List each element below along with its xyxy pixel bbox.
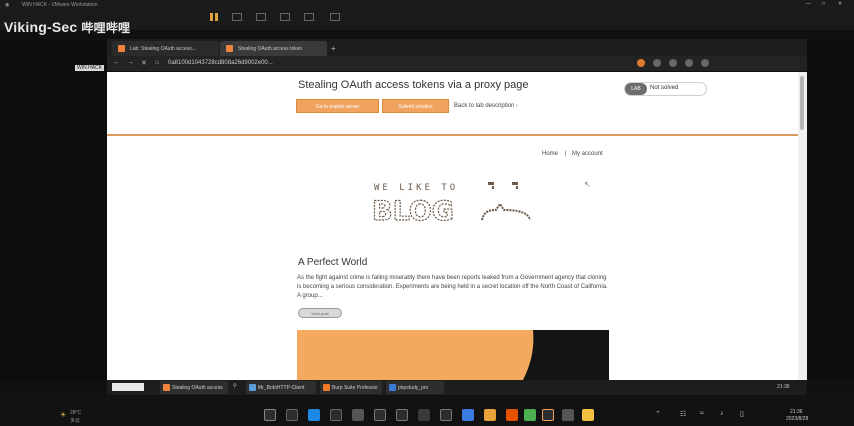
taskbar-app-icon[interactable] xyxy=(396,409,408,421)
weather-desc: 多云 xyxy=(70,418,81,424)
host-clock-time: 21:36 xyxy=(790,409,803,415)
weather-temp: 28°C xyxy=(70,410,82,416)
volume-icon[interactable]: ♪ xyxy=(720,410,724,417)
vmware-side-strip xyxy=(807,39,854,380)
view-post-button[interactable]: View post xyxy=(298,308,342,318)
taskbar-app-icon[interactable] xyxy=(440,409,452,421)
back-icon[interactable]: ← xyxy=(113,59,120,66)
close-icon[interactable]: ✕ xyxy=(141,59,147,67)
vmware-title-bar: ◉ WIN HACK - VMware Workstation — □ ✕ xyxy=(0,0,854,9)
vscode-icon[interactable] xyxy=(462,409,474,421)
nav-home-link[interactable]: Home xyxy=(542,151,558,157)
extension-icon[interactable] xyxy=(653,59,661,67)
blog-logo: WE LIKE TO BLOG xyxy=(371,182,531,225)
battery-icon[interactable]: ▯ xyxy=(740,410,744,418)
header-divider xyxy=(107,134,798,136)
minimize-icon[interactable]: — xyxy=(806,1,811,7)
vmware-library-panel: WIN HACK xyxy=(0,40,107,380)
search-icon[interactable]: ⚲ xyxy=(233,383,237,389)
post-image xyxy=(297,330,609,380)
taskbar-app-icon[interactable] xyxy=(506,409,518,421)
extension-icon[interactable] xyxy=(701,59,709,67)
network-icon[interactable]: ☷ xyxy=(680,410,686,418)
taskbar-app-phpstudy[interactable]: phpstudy_pro xyxy=(386,381,444,394)
scrollbar-thumb[interactable] xyxy=(800,76,804,130)
extension-icon[interactable] xyxy=(669,59,677,67)
browser-tab-bar: Lab: Stealing OAuth access... Stealing O… xyxy=(107,39,807,56)
logo-face-icon xyxy=(481,182,531,221)
vm-toolbar-icon[interactable] xyxy=(304,13,314,21)
vmware-logo-icon: ◉ xyxy=(5,2,10,8)
taskbar-app-icon[interactable] xyxy=(562,409,574,421)
vmware-window-title: WIN HACK - VMware Workstation xyxy=(22,2,98,8)
taskbar-app-icon[interactable] xyxy=(286,409,298,421)
vm-tooltip: WIN HACK xyxy=(75,65,104,71)
weather-icon: ☀ xyxy=(60,412,67,419)
taskbar-app-browser[interactable]: Stealing OAuth access xyxy=(160,381,228,394)
chevron-icon: › xyxy=(516,103,518,109)
post-excerpt: As the fight against crime is failing mi… xyxy=(297,275,608,299)
extension-icon[interactable] xyxy=(637,59,645,67)
lab-status-text: Not solved xyxy=(650,85,679,91)
back-to-lab-description-link[interactable]: Back to lab description › xyxy=(454,103,518,109)
forward-icon[interactable]: → xyxy=(127,59,134,66)
close-icon[interactable]: ✕ xyxy=(838,1,842,7)
url-input[interactable]: 0a8100d1043728cd808a26d9002e00... xyxy=(168,58,428,69)
submit-solution-button[interactable]: Submit solution xyxy=(382,99,449,113)
lab-title: Stealing OAuth access tokens via a proxy… xyxy=(298,79,529,91)
burp-favicon-icon xyxy=(226,45,233,52)
taskbar-app-http-client[interactable]: Mr_Bob\HTTP-Client xyxy=(246,381,316,394)
tray-chevron-icon[interactable]: ⌃ xyxy=(655,410,661,418)
taskbar-app-icon[interactable] xyxy=(418,409,430,421)
search-box[interactable] xyxy=(112,383,144,391)
logo-tagline: WE LIKE TO xyxy=(374,183,458,193)
nav-my-account-link[interactable]: My account xyxy=(572,151,603,157)
go-to-exploit-server-button[interactable]: Go to exploit server xyxy=(296,99,379,113)
home-icon[interactable]: ⌂ xyxy=(155,59,159,66)
taskbar-app-icon[interactable] xyxy=(524,409,536,421)
vm-toolbar-icon[interactable] xyxy=(330,13,340,21)
burp-icon[interactable] xyxy=(542,409,554,421)
pause-icon[interactable] xyxy=(210,13,213,21)
taskbar-app-icon[interactable] xyxy=(582,409,594,421)
taskbar-app-icon[interactable] xyxy=(308,409,320,421)
vm-toolbar-icon[interactable] xyxy=(232,13,242,21)
new-tab-icon[interactable]: + xyxy=(331,44,336,53)
start-icon[interactable] xyxy=(264,409,276,421)
host-clock-date: 2023/8/28 xyxy=(786,416,809,422)
watermark: Viking-Sec 哔哩哔哩 xyxy=(4,19,131,35)
mouse-cursor-icon: ↖ xyxy=(584,180,591,189)
guest-clock: 21:36 xyxy=(777,384,790,390)
post-image-illustration xyxy=(523,330,609,380)
taskbar-app-burp[interactable]: Burp Suite Professio xyxy=(320,381,382,394)
nav-separator: | xyxy=(565,151,567,157)
vm-toolbar-icon[interactable] xyxy=(280,13,290,21)
lab-status-badge: LAB xyxy=(625,83,647,95)
taskbar-app-icon[interactable] xyxy=(374,409,386,421)
wifi-icon[interactable]: ≈ xyxy=(700,410,704,417)
post-title[interactable]: A Perfect World xyxy=(298,257,367,268)
burp-favicon-icon xyxy=(118,45,125,52)
logo-wordmark: BLOG xyxy=(372,196,454,225)
extension-icon[interactable] xyxy=(685,59,693,67)
taskbar-app-icon[interactable] xyxy=(330,409,342,421)
folder-icon[interactable] xyxy=(484,409,496,421)
maximize-icon[interactable]: □ xyxy=(822,1,825,7)
vm-toolbar-icon[interactable] xyxy=(256,13,266,21)
taskbar-app-icon[interactable] xyxy=(352,409,364,421)
browser-tab-active[interactable]: Stealing OAuth access token xyxy=(220,41,327,56)
browser-tab[interactable]: Lab: Stealing OAuth access... xyxy=(112,41,219,56)
